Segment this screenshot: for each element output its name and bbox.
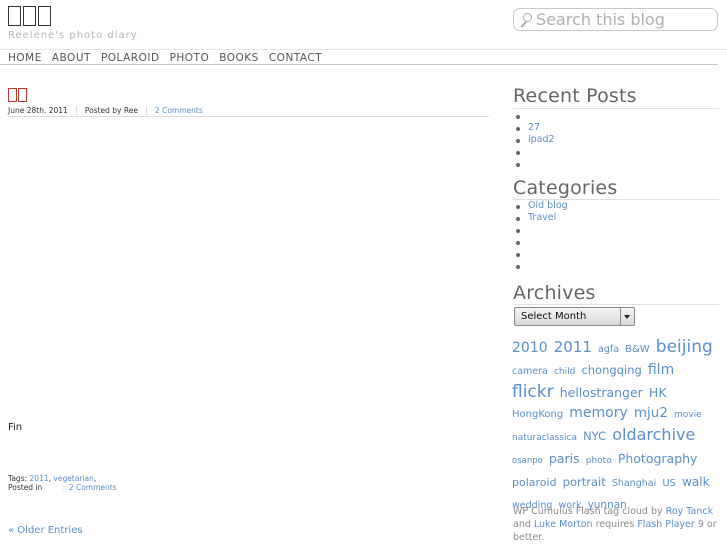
tag-cloud-link[interactable]: oldarchive bbox=[612, 425, 695, 444]
tag-cloud-link[interactable]: portrait bbox=[563, 475, 606, 489]
post-title-glyph-box bbox=[18, 88, 27, 102]
divider bbox=[513, 108, 719, 109]
post-meta: June 28th. 2011 Posted by Ree 2 Comments bbox=[8, 106, 203, 115]
tag-cloud-link[interactable]: memory bbox=[569, 405, 628, 421]
title-glyph-box bbox=[23, 6, 36, 26]
tag-cloud-link[interactable]: chongqing bbox=[581, 363, 641, 377]
tag-cloud-link[interactable]: B&W bbox=[625, 344, 650, 355]
list-item[interactable] bbox=[516, 236, 568, 248]
title-glyph-box bbox=[8, 6, 21, 26]
list-item[interactable] bbox=[516, 248, 568, 260]
nav-polaroid[interactable]: POLAROID bbox=[101, 52, 160, 64]
credit-text: WP Cumulus Flash tag cloud by bbox=[513, 506, 666, 517]
search-box[interactable] bbox=[513, 8, 718, 31]
tag-cloud-link[interactable]: naturaclassica bbox=[512, 433, 577, 443]
divider bbox=[8, 116, 489, 117]
nav-books[interactable]: BOOKS bbox=[219, 52, 259, 64]
archives-heading: Archives bbox=[513, 282, 596, 304]
archives-select-value: Select Month bbox=[521, 311, 587, 322]
roy-tanck-link[interactable]: Roy Tanck bbox=[666, 506, 713, 517]
tag-cloud: 2010 2011 agfa B&W beijing camera child … bbox=[512, 337, 719, 515]
search-icon bbox=[518, 12, 534, 28]
tag-cloud-link[interactable]: movie bbox=[674, 410, 702, 420]
post-author: Posted by Ree bbox=[84, 106, 138, 115]
post-body-text: Fin bbox=[8, 422, 23, 433]
tag-cloud-link[interactable]: child bbox=[554, 367, 575, 377]
luke-morton-link[interactable]: Luke Morton bbox=[534, 519, 593, 530]
list-item[interactable]: Old blog bbox=[516, 200, 568, 212]
tag-link[interactable]: 2011 bbox=[30, 474, 49, 483]
tag-cloud-link[interactable]: walk bbox=[682, 475, 709, 489]
credit-text: and bbox=[513, 519, 534, 530]
tag-cloud-link[interactable]: Photography bbox=[618, 451, 698, 466]
site-title[interactable] bbox=[8, 6, 53, 32]
categories-list: Old blog Travel bbox=[516, 200, 568, 272]
tag-cloud-link[interactable]: 2011 bbox=[554, 338, 592, 356]
nav-contact[interactable]: CONTACT bbox=[269, 52, 322, 64]
list-item[interactable] bbox=[516, 146, 555, 158]
tag-cloud-link[interactable]: film bbox=[648, 362, 674, 378]
recent-posts-heading: Recent Posts bbox=[513, 85, 637, 107]
divider bbox=[145, 106, 147, 115]
post-title-glyph-box bbox=[8, 88, 17, 102]
divider bbox=[0, 64, 718, 65]
tag-cloud-link[interactable]: paris bbox=[549, 451, 580, 466]
nav-about[interactable]: ABOUT bbox=[52, 52, 91, 64]
tag-cloud-link[interactable]: osanpo bbox=[512, 456, 543, 466]
list-item[interactable] bbox=[516, 260, 568, 272]
tag-cloud-link[interactable]: photo bbox=[586, 456, 612, 466]
list-item[interactable] bbox=[516, 110, 555, 122]
cumulus-credit: WP Cumulus Flash tag cloud by Roy Tanck … bbox=[513, 505, 718, 544]
post-comments-link[interactable]: 2 Comments bbox=[155, 106, 203, 115]
post-date: June 28th. 2011 bbox=[8, 106, 68, 115]
credit-text: requires bbox=[592, 519, 638, 530]
tag-cloud-link[interactable]: mju2 bbox=[634, 405, 668, 421]
list-item[interactable] bbox=[516, 224, 568, 236]
archives-select[interactable]: Select Month bbox=[514, 307, 635, 326]
recent-posts-list: 27 ipad2 bbox=[516, 110, 555, 170]
older-entries-link[interactable]: « Older Entries bbox=[8, 525, 83, 536]
tag-cloud-link[interactable]: HongKong bbox=[512, 409, 563, 420]
title-glyph-box bbox=[38, 6, 51, 26]
list-item[interactable]: 27 bbox=[516, 122, 555, 134]
list-item[interactable]: ipad2 bbox=[516, 134, 555, 146]
nav-photo[interactable]: PHOTO bbox=[170, 52, 210, 64]
tag-cloud-link[interactable]: agfa bbox=[598, 344, 619, 355]
flash-player-link[interactable]: Flash Player bbox=[637, 519, 694, 530]
divider bbox=[513, 304, 719, 305]
tags-label: Tags: bbox=[8, 474, 28, 483]
tag-cloud-link[interactable]: camera bbox=[512, 366, 548, 377]
posted-in-label: Posted in bbox=[8, 483, 43, 492]
site-tagline: Reelene's photo diary bbox=[8, 30, 138, 41]
post-footer: Tags: 2011, vegetarian, Posted in:2 Comm… bbox=[8, 474, 117, 492]
divider bbox=[75, 106, 77, 115]
footer-comments-link[interactable]: 2 Comments bbox=[69, 483, 117, 492]
categories-heading: Categories bbox=[513, 177, 618, 199]
tag-cloud-link[interactable]: US bbox=[662, 478, 676, 489]
tag-cloud-link[interactable]: flickr bbox=[512, 382, 554, 402]
tag-cloud-link[interactable]: HK bbox=[649, 385, 667, 400]
post-title-link[interactable] bbox=[8, 88, 27, 102]
tag-cloud-link[interactable]: beijing bbox=[656, 337, 713, 357]
search-input[interactable] bbox=[536, 10, 716, 29]
divider bbox=[0, 49, 727, 50]
nav-home[interactable]: HOME bbox=[8, 52, 42, 64]
tag-cloud-link[interactable]: NYC bbox=[583, 429, 606, 443]
tag-link[interactable]: vegetarian bbox=[53, 474, 93, 483]
tag-cloud-link[interactable]: 2010 bbox=[512, 340, 548, 356]
main-nav: HOME ABOUT POLAROID PHOTO BOOKS CONTACT bbox=[8, 52, 322, 64]
chevron-down-icon[interactable] bbox=[620, 308, 634, 325]
tag-cloud-link[interactable]: Shanghai bbox=[612, 478, 656, 489]
tag-cloud-link[interactable]: polaroid bbox=[512, 476, 557, 489]
tag-cloud-link[interactable]: hellostranger bbox=[560, 385, 643, 400]
list-item[interactable] bbox=[516, 158, 555, 170]
list-item[interactable]: Travel bbox=[516, 212, 568, 224]
